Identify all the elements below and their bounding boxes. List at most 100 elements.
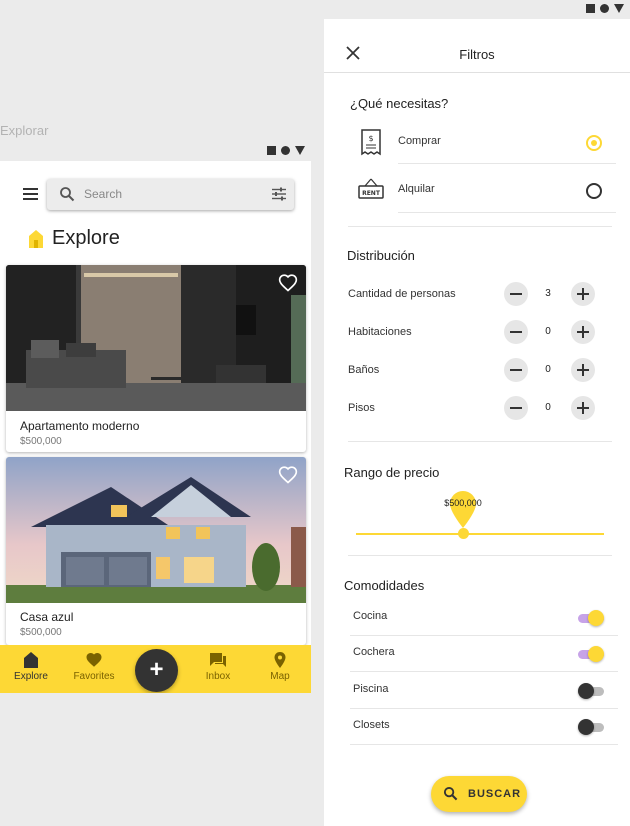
amenity-toggle[interactable] [578, 683, 604, 699]
increment-button[interactable] [571, 396, 595, 420]
option-buy[interactable]: $ Comprar [324, 122, 630, 162]
search-row: Search [0, 179, 311, 211]
section-heading-distribution: Distribución [347, 248, 415, 263]
stepper-value: 3 [545, 288, 551, 299]
filters-screen: Filtros ¿Qué necesitas? $ Comprar RENT A… [324, 0, 630, 826]
property-card[interactable]: Casa azul $500,000 [6, 457, 306, 645]
section-divider [348, 226, 612, 227]
page-title-text: Explore [52, 227, 120, 249]
decrement-button[interactable] [504, 396, 528, 420]
nav-favorites-label: Favorites [73, 671, 115, 682]
search-placeholder: Search [84, 187, 123, 201]
slider-value-label: $500,000 [444, 498, 482, 508]
filter-icon[interactable] [272, 187, 286, 201]
option-rent[interactable]: RENT Alquilar [324, 170, 630, 210]
amenity-toggle[interactable] [578, 719, 604, 735]
location-pin-icon [274, 652, 286, 668]
card-price: $500,000 [20, 627, 62, 638]
stepper-floors: Pisos 0 [324, 396, 630, 420]
stepper-label: Pisos [348, 402, 375, 414]
nav-favorites[interactable]: Favorites [66, 651, 122, 682]
explore-screen: Search Explore Apartamento moderno $500,… [0, 142, 311, 693]
divider [398, 163, 616, 164]
option-buy-label: Comprar [398, 135, 441, 147]
stepper-rooms: Habitaciones 0 [324, 320, 630, 344]
svg-text:RENT: RENT [362, 190, 381, 197]
search-button-label: BUSCAR [468, 788, 522, 800]
nav-inbox[interactable]: Inbox [190, 651, 246, 682]
amenity-kitchen: Cocina [324, 600, 630, 636]
decrement-button[interactable] [504, 320, 528, 344]
home-icon [281, 146, 290, 155]
house-logo-icon [29, 229, 43, 248]
option-buy-radio[interactable] [586, 135, 602, 151]
nav-inbox-label: Inbox [205, 671, 231, 682]
increment-button[interactable] [571, 282, 595, 306]
section-divider [348, 441, 612, 442]
section-heading-amenities: Comodidades [344, 578, 425, 593]
page-title: Explore [28, 227, 120, 250]
section-heading-price: Rango de precio [344, 465, 440, 480]
nav-map[interactable]: Map [252, 651, 308, 682]
amenity-closets: Closets [324, 709, 630, 745]
stepper-label: Habitaciones [348, 326, 412, 338]
section-divider [348, 555, 612, 556]
increment-button[interactable] [571, 358, 595, 382]
receipt-icon: $ [361, 129, 381, 156]
card-price: $500,000 [20, 436, 62, 447]
chat-icon [210, 653, 226, 667]
amenity-pool: Piscina [324, 673, 630, 709]
top-app-bar: Filtros [324, 19, 630, 73]
favorite-heart-icon[interactable] [278, 273, 298, 293]
apartment-photo [6, 265, 306, 411]
bottom-navigation: Explore Favorites + Inbox Map [0, 645, 311, 693]
house-photo [6, 457, 306, 603]
search-input[interactable]: Search [47, 179, 294, 210]
add-button[interactable]: + [135, 649, 178, 692]
divider [350, 671, 618, 672]
decrement-button[interactable] [504, 358, 528, 382]
stepper-label: Cantidad de personas [348, 288, 456, 300]
search-button[interactable]: BUSCAR [431, 776, 527, 812]
property-card[interactable]: Apartamento moderno $500,000 [6, 265, 306, 452]
amenity-garage: Cochera [324, 636, 630, 672]
back-icon [614, 4, 624, 13]
search-icon [443, 786, 458, 801]
recents-icon [267, 146, 276, 155]
amenity-label: Closets [353, 719, 390, 731]
option-rent-radio[interactable] [586, 183, 602, 199]
amenity-toggle[interactable] [578, 610, 604, 626]
card-title: Apartamento moderno [20, 419, 140, 433]
search-icon [60, 187, 75, 202]
divider [398, 212, 616, 213]
menu-icon[interactable] [23, 188, 38, 200]
heart-icon [86, 652, 102, 667]
stepper-value: 0 [545, 402, 551, 413]
amenity-label: Cochera [353, 646, 395, 658]
stepper-label: Baños [348, 364, 380, 376]
favorite-heart-icon[interactable] [278, 465, 298, 485]
stepper-people: Cantidad de personas 3 [324, 282, 630, 306]
nav-explore-label: Explore [14, 671, 48, 682]
nav-map-label: Map [270, 671, 290, 682]
screen-caption: Explorar [0, 123, 49, 138]
price-slider-thumb[interactable] [458, 528, 469, 539]
stepper-value: 0 [545, 364, 551, 375]
recents-icon [586, 4, 595, 13]
stepper-value: 0 [545, 326, 551, 337]
increment-button[interactable] [571, 320, 595, 344]
price-slider-track[interactable] [356, 533, 604, 535]
rent-sign-icon: RENT [358, 178, 384, 199]
stepper-bathrooms: Baños 0 [324, 358, 630, 382]
divider [350, 744, 618, 745]
decrement-button[interactable] [504, 282, 528, 306]
amenity-label: Piscina [353, 683, 389, 695]
slider-value-pin [450, 491, 476, 528]
amenity-label: Cocina [353, 610, 388, 622]
section-heading-need: ¿Qué necesitas? [350, 96, 449, 111]
nav-explore[interactable]: Explore [3, 651, 59, 682]
status-bar [324, 0, 630, 19]
home-icon [600, 4, 609, 13]
svg-text:$: $ [368, 134, 373, 143]
amenity-toggle[interactable] [578, 646, 604, 662]
